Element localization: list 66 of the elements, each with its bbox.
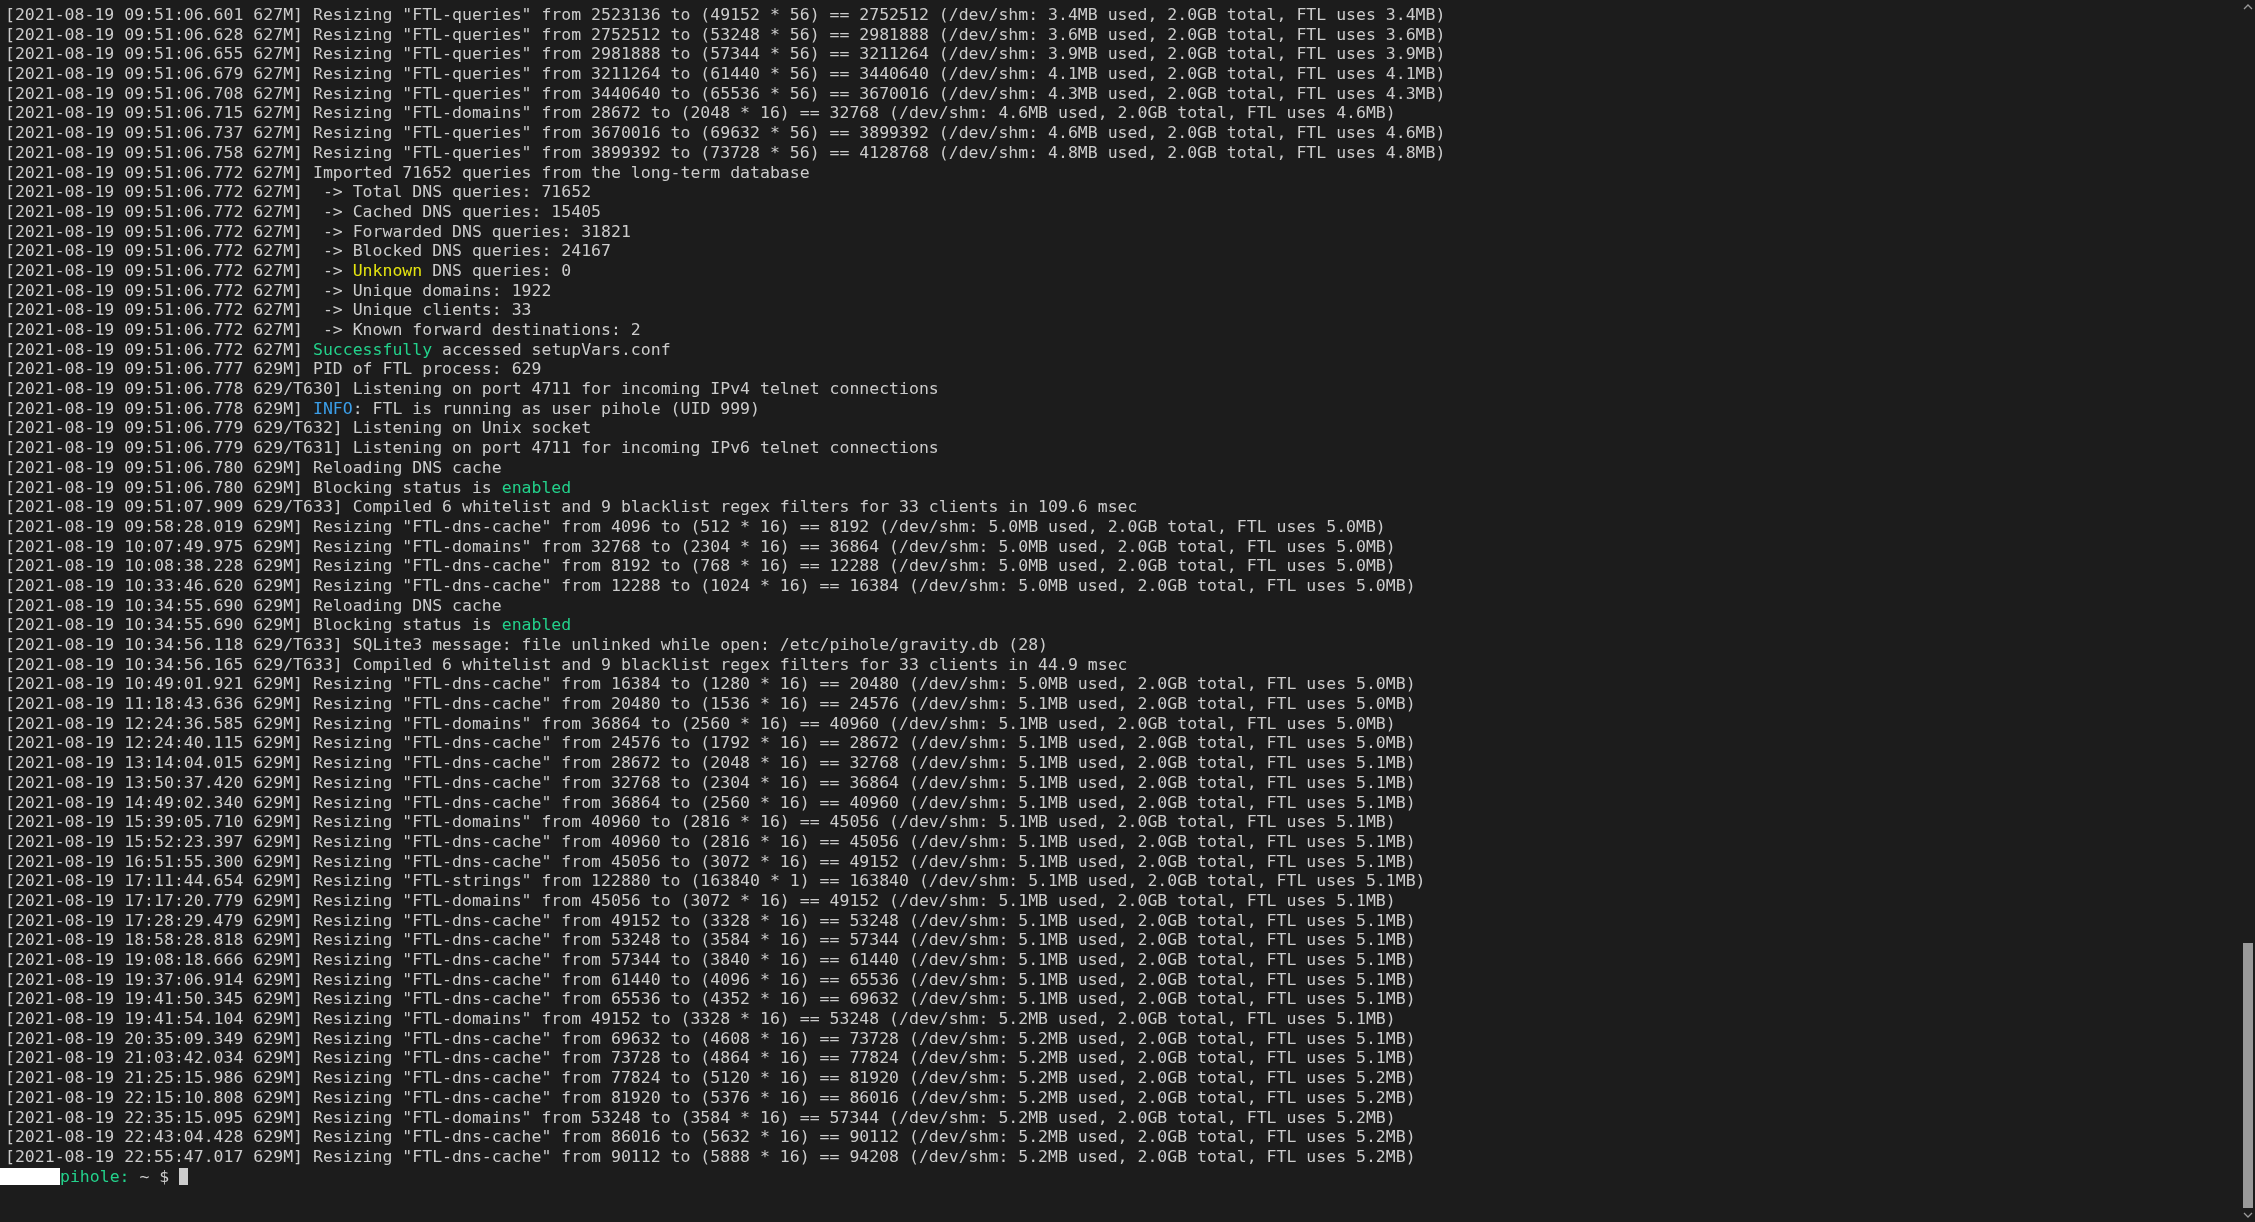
log-line: [2021-08-19 19:37:06.914 629M] Resizing "FTL-dns-cache" from 61440 to (4096 * 16) == 65536 (/dev/shm: 5.1MB used, 2.0GB total, FTL uses 5.1MB) bbox=[5, 969, 1416, 990]
cursor-icon bbox=[179, 1167, 189, 1185]
log-line: [2021-08-19 09:51:06.655 627M] Resizing "FTL-queries" from 2981888 to (57344 * 56) == 3211264 (/dev/shm: 3.9MB used, 2.0GB total, FTL uses 3.9MB) bbox=[5, 44, 1446, 65]
log-line: [2021-08-19 09:51:07.909 629/T633] Compiled 6 whitelist and 9 blacklist regex filters for 33 clients in 109.6 msec bbox=[5, 497, 1138, 517]
log-line: [2021-08-19 09:51:06.772 627M] -> Cached DNS queries: 15405 bbox=[5, 201, 602, 222]
log-line: [2021-08-19 17:17:20.779 629M] Resizing "FTL-domains" from 45056 to (3072 * 16) == 49152 (/dev/shm: 5.1MB used, 2.0GB total, FTL uses 5.1MB) bbox=[5, 890, 1396, 911]
log-line: [2021-08-19 09:51:06.780 629M] Reloading DNS cache bbox=[5, 457, 502, 478]
log-line: [2021-08-19 17:11:44.654 629M] Resizing "FTL-strings" from 122880 to (163840 * 1) == 163840 (/dev/shm: 5.1MB used, 2.0GB total, FTL uses 5.1MB) bbox=[5, 871, 1426, 891]
log-line: [2021-08-19 21:03:42.034 629M] Resizing "FTL-dns-cache" from 73728 to (4864 * 16) == 77824 (/dev/shm: 5.2MB used, 2.0GB total, FTL uses 5.1MB) bbox=[5, 1048, 1416, 1069]
log-line: [2021-08-19 11:18:43.636 629M] Resizing "FTL-dns-cache" from 20480 to (1536 * 16) == 24576 (/dev/shm: 5.1MB used, 2.0GB total, FTL uses 5.0MB) bbox=[5, 694, 1416, 714]
log-line: [2021-08-19 19:41:50.345 629M] Resizing "FTL-dns-cache" from 65536 to (4352 * 16) == 69632 (/dev/shm: 5.1MB used, 2.0GB total, FTL uses 5.1MB) bbox=[5, 989, 1416, 1010]
log-line: [2021-08-19 09:51:06.772 627M] -> Blocked DNS queries: 24167 bbox=[5, 241, 611, 261]
prompt-host: pihole: bbox=[60, 1166, 130, 1186]
log-line: [2021-08-19 18:58:28.818 629M] Resizing "FTL-dns-cache" from 53248 to (3584 * 16) == 57344 (/dev/shm: 5.1MB used, 2.0GB total, FTL uses 5.1MB) bbox=[5, 930, 1416, 950]
log-line: [2021-08-19 09:51:06.778 629/T630] Listening on port 4711 for incoming IPv4 telnet connections bbox=[5, 379, 939, 399]
log-line: [2021-08-19 09:51:06.772 627M] Successfully accessed setupVars.conf bbox=[5, 339, 671, 360]
log-line: [2021-08-19 09:51:06.772 627M] Imported 71652 queries from the long-term database bbox=[5, 162, 810, 183]
log-line: [2021-08-19 10:34:55.690 629M] Reloading DNS cache bbox=[5, 595, 502, 616]
log-line: [2021-08-19 19:41:54.104 629M] Resizing "FTL-domains" from 49152 to (3328 * 16) == 53248 (/dev/shm: 5.2MB used, 2.0GB total, FTL uses 5.1MB) bbox=[5, 1009, 1396, 1029]
log-line: [2021-08-19 15:52:23.397 629M] Resizing "FTL-dns-cache" from 40960 to (2816 * 16) == 45056 (/dev/shm: 5.1MB used, 2.0GB total, FTL uses 5.1MB) bbox=[5, 831, 1416, 852]
log-line: [2021-08-19 09:51:06.780 629M] Blocking status is enabled bbox=[5, 477, 572, 498]
log-line: [2021-08-19 09:51:06.628 627M] Resizing "FTL-queries" from 2752512 to (53248 * 56) == 2981888 (/dev/shm: 3.6MB used, 2.0GB total, FTL uses 3.6MB) bbox=[5, 24, 1446, 45]
log-line: [2021-08-19 10:34:56.165 629/T633] Compiled 6 whitelist and 9 blacklist regex filters for 33 clients in 44.9 msec bbox=[5, 654, 1128, 675]
log-line: [2021-08-19 13:50:37.420 629M] Resizing "FTL-dns-cache" from 32768 to (2304 * 16) == 36864 (/dev/shm: 5.1MB used, 2.0GB total, FTL uses 5.1MB) bbox=[5, 772, 1416, 793]
redacted-block bbox=[0, 1167, 60, 1185]
log-line: [2021-08-19 09:51:06.772 627M] -> Total DNS queries: 71652 bbox=[5, 182, 592, 202]
log-line: [2021-08-19 22:35:15.095 629M] Resizing "FTL-domains" from 53248 to (3584 * 16) == 57344 (/dev/shm: 5.2MB used, 2.0GB total, FTL uses 5.2MB) bbox=[5, 1107, 1396, 1128]
scroll-down-icon[interactable] bbox=[2243, 1211, 2253, 1219]
log-line: [2021-08-19 10:07:49.975 629M] Resizing "FTL-domains" from 32768 to (2304 * 16) == 36864 (/dev/shm: 5.0MB used, 2.0GB total, FTL uses 5.0MB) bbox=[5, 536, 1396, 557]
log-line: [2021-08-19 09:51:06.708 627M] Resizing "FTL-queries" from 3440640 to (65536 * 56) == 3670016 (/dev/shm: 4.3MB used, 2.0GB total, FTL uses 4.3MB) bbox=[5, 83, 1446, 104]
log-line: [2021-08-19 16:51:55.300 629M] Resizing "FTL-dns-cache" from 45056 to (3072 * 16) == 49152 (/dev/shm: 5.1MB used, 2.0GB total, FTL uses 5.1MB) bbox=[5, 851, 1416, 872]
log-line: [2021-08-19 10:34:55.690 629M] Blocking status is enabled bbox=[5, 615, 572, 635]
log-line: [2021-08-19 15:39:05.710 629M] Resizing "FTL-domains" from 40960 to (2816 * 16) == 45056 (/dev/shm: 5.1MB used, 2.0GB total, FTL uses 5.1MB) bbox=[5, 812, 1396, 832]
log-line: [2021-08-19 09:51:06.779 629/T631] Listening on port 4711 for incoming IPv6 telnet connections bbox=[5, 438, 939, 458]
log-line: [2021-08-19 22:43:04.428 629M] Resizing "FTL-dns-cache" from 86016 to (5632 * 16) == 90112 (/dev/shm: 5.2MB used, 2.0GB total, FTL uses 5.2MB) bbox=[5, 1127, 1416, 1147]
log-line: [2021-08-19 09:51:06.772 627M] -> Unknown DNS queries: 0 bbox=[5, 260, 572, 281]
log-line: [2021-08-19 09:51:06.772 627M] -> Known forward destinations: 2 bbox=[5, 320, 641, 340]
log-line: [2021-08-19 09:51:06.737 627M] Resizing "FTL-queries" from 3670016 to (69632 * 56) == 3899392 (/dev/shm: 4.6MB used, 2.0GB total, FTL uses 4.6MB) bbox=[5, 123, 1446, 143]
scroll-up-icon[interactable] bbox=[2243, 3, 2253, 11]
log-line: [2021-08-19 09:51:06.772 627M] -> Unique domains: 1922 bbox=[5, 280, 552, 301]
log-line: [2021-08-19 10:33:46.620 629M] Resizing "FTL-dns-cache" from 12288 to (1024 * 16) == 16384 (/dev/shm: 5.0MB used, 2.0GB total, FTL uses 5.0MB) bbox=[5, 575, 1416, 596]
log-line: [2021-08-19 13:14:04.015 629M] Resizing "FTL-dns-cache" from 28672 to (2048 * 16) == 32768 (/dev/shm: 5.1MB used, 2.0GB total, FTL uses 5.1MB) bbox=[5, 753, 1416, 773]
log-line: [2021-08-19 09:51:06.772 627M] -> Forwarded DNS queries: 31821 bbox=[5, 221, 631, 242]
log-line: [2021-08-19 09:51:06.779 629/T632] Listening on Unix socket bbox=[5, 418, 592, 439]
log-line: [2021-08-19 10:08:38.228 629M] Resizing "FTL-dns-cache" from 8192 to (768 * 16) == 12288 (/dev/shm: 5.0MB used, 2.0GB total, FTL uses 5.0MB) bbox=[5, 556, 1396, 576]
log-line: [2021-08-19 12:24:40.115 629M] Resizing "FTL-dns-cache" from 24576 to (1792 * 16) == 28672 (/dev/shm: 5.1MB used, 2.0GB total, FTL uses 5.0MB) bbox=[5, 733, 1416, 754]
log-line: [2021-08-19 10:49:01.921 629M] Resizing "FTL-dns-cache" from 16384 to (1280 * 16) == 20480 (/dev/shm: 5.0MB used, 2.0GB total, FTL uses 5.0MB) bbox=[5, 674, 1416, 695]
log-line: [2021-08-19 17:28:29.479 629M] Resizing "FTL-dns-cache" from 49152 to (3328 * 16) == 53248 (/dev/shm: 5.1MB used, 2.0GB total, FTL uses 5.1MB) bbox=[5, 910, 1416, 931]
log-line: [2021-08-19 14:49:02.340 629M] Resizing "FTL-dns-cache" from 36864 to (2560 * 16) == 40960 (/dev/shm: 5.1MB used, 2.0GB total, FTL uses 5.1MB) bbox=[5, 792, 1416, 813]
log-line: [2021-08-19 09:51:06.778 629M] INFO: FTL is running as user pihole (UID 999) bbox=[5, 398, 760, 419]
log-line: [2021-08-19 09:51:06.715 627M] Resizing "FTL-domains" from 28672 to (2048 * 16) == 32768 (/dev/shm: 4.6MB used, 2.0GB total, FTL uses 4.6MB) bbox=[5, 103, 1396, 124]
log-line: [2021-08-19 22:55:47.017 629M] Resizing "FTL-dns-cache" from 90112 to (5888 * 16) == 94208 (/dev/shm: 5.2MB used, 2.0GB total, FTL uses 5.2MB) bbox=[5, 1146, 1416, 1167]
prompt-path: ~ $ bbox=[139, 1166, 170, 1186]
log-line: [2021-08-19 19:08:18.666 629M] Resizing "FTL-dns-cache" from 57344 to (3840 * 16) == 61440 (/dev/shm: 5.1MB used, 2.0GB total, FTL uses 5.1MB) bbox=[5, 950, 1416, 970]
log-line: [2021-08-19 09:51:06.772 627M] -> Unique clients: 33 bbox=[5, 300, 532, 320]
log-line: [2021-08-19 09:51:06.777 629M] PID of FTL process: 629 bbox=[5, 359, 542, 380]
log-line: [2021-08-19 21:25:15.986 629M] Resizing "FTL-dns-cache" from 77824 to (5120 * 16) == 81920 (/dev/shm: 5.2MB used, 2.0GB total, FTL uses 5.2MB) bbox=[5, 1068, 1416, 1088]
log-line: [2021-08-19 09:51:06.601 627M] Resizing "FTL-queries" from 2523136 to (49152 * 56) == 2752512 (/dev/shm: 3.4MB used, 2.0GB total, FTL uses 3.4MB) bbox=[5, 5, 1446, 25]
log-line: [2021-08-19 22:15:10.808 629M] Resizing "FTL-dns-cache" from 81920 to (5376 * 16) == 86016 (/dev/shm: 5.2MB used, 2.0GB total, FTL uses 5.2MB) bbox=[5, 1087, 1416, 1108]
log-line: [2021-08-19 09:58:28.019 629M] Resizing "FTL-dns-cache" from 4096 to (512 * 16) == 8192 (/dev/shm: 5.0MB used, 2.0GB total, FTL uses 5.0MB) bbox=[5, 516, 1386, 537]
log-line: [2021-08-19 10:34:56.118 629/T633] SQLite3 message: file unlinked while open: /etc/pihole/gravity.db (28) bbox=[5, 635, 1049, 655]
log-line: [2021-08-19 09:51:06.758 627M] Resizing "FTL-queries" from 3899392 to (73728 * 56) == 4128768 (/dev/shm: 4.8MB used, 2.0GB total, FTL uses 4.8MB) bbox=[5, 142, 1446, 163]
log-line: [2021-08-19 20:35:09.349 629M] Resizing "FTL-dns-cache" from 69632 to (4608 * 16) == 73728 (/dev/shm: 5.2MB used, 2.0GB total, FTL uses 5.1MB) bbox=[5, 1028, 1416, 1049]
scrollbar-thumb[interactable] bbox=[2243, 943, 2253, 1208]
log-line: [2021-08-19 12:24:36.585 629M] Resizing "FTL-domains" from 36864 to (2560 * 16) == 40960 (/dev/shm: 5.1MB used, 2.0GB total, FTL uses 5.0MB) bbox=[5, 713, 1396, 734]
log-line: [2021-08-19 09:51:06.679 627M] Resizing "FTL-queries" from 3211264 to (61440 * 56) == 3440640 (/dev/shm: 4.1MB used, 2.0GB total, FTL uses 4.1MB) bbox=[5, 64, 1446, 84]
